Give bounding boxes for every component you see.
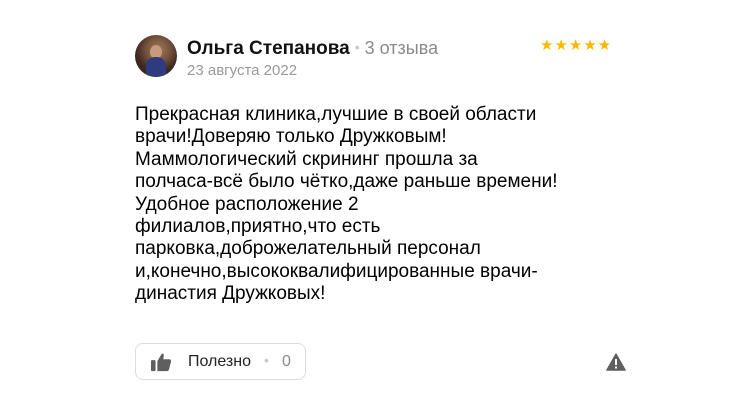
useful-separator-dot: • bbox=[264, 352, 269, 368]
avatar[interactable] bbox=[135, 35, 177, 77]
thumbs-up-icon bbox=[151, 353, 172, 372]
author-line: Ольга Степанова • 3 отзыва bbox=[187, 37, 438, 60]
reviews-count[interactable]: 3 отзыва bbox=[365, 38, 438, 58]
author-name[interactable]: Ольга Степанова bbox=[187, 38, 350, 59]
separator-dot: • bbox=[354, 39, 360, 55]
warning-icon[interactable] bbox=[606, 353, 626, 371]
useful-label: Полезно bbox=[188, 353, 251, 370]
useful-count: 0 bbox=[282, 353, 291, 370]
review-card: Ольга Степанова • 3 отзыва 23 августа 2022… bbox=[0, 0, 747, 417]
useful-button[interactable]: Полезно • 0 bbox=[135, 343, 306, 380]
avatar-shirt bbox=[146, 57, 166, 77]
review-text: Прекрасная клиника,лучшие в своей област… bbox=[135, 104, 558, 305]
review-date: 23 августа 2022 bbox=[187, 62, 298, 79]
rating-stars: ★★★★★ bbox=[540, 37, 613, 54]
